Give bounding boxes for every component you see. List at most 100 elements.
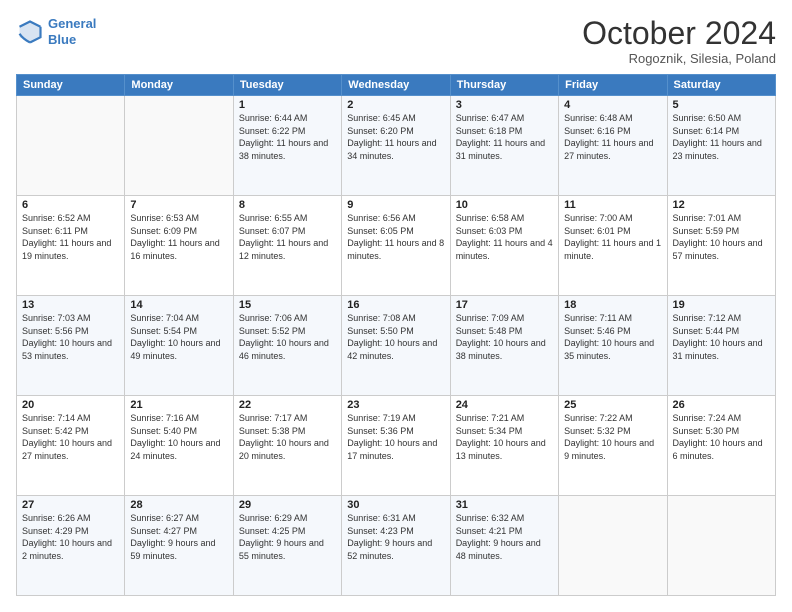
calendar-cell: 29Sunrise: 6:29 AM Sunset: 4:25 PM Dayli… [233, 496, 341, 596]
day-number: 28 [130, 499, 227, 511]
day-info: Sunrise: 7:04 AM Sunset: 5:54 PM Dayligh… [130, 312, 227, 362]
day-info: Sunrise: 7:08 AM Sunset: 5:50 PM Dayligh… [347, 312, 444, 362]
calendar-cell: 6Sunrise: 6:52 AM Sunset: 6:11 PM Daylig… [17, 196, 125, 296]
day-info: Sunrise: 6:45 AM Sunset: 6:20 PM Dayligh… [347, 112, 444, 162]
day-header-saturday: Saturday [667, 75, 775, 96]
day-info: Sunrise: 6:56 AM Sunset: 6:05 PM Dayligh… [347, 212, 444, 262]
day-number: 25 [564, 399, 661, 411]
day-number: 18 [564, 299, 661, 311]
day-info: Sunrise: 7:24 AM Sunset: 5:30 PM Dayligh… [673, 412, 770, 462]
day-number: 10 [456, 199, 553, 211]
calendar-cell: 13Sunrise: 7:03 AM Sunset: 5:56 PM Dayli… [17, 296, 125, 396]
logo-icon [16, 18, 44, 46]
day-info: Sunrise: 6:47 AM Sunset: 6:18 PM Dayligh… [456, 112, 553, 162]
calendar-cell: 8Sunrise: 6:55 AM Sunset: 6:07 PM Daylig… [233, 196, 341, 296]
calendar-cell: 22Sunrise: 7:17 AM Sunset: 5:38 PM Dayli… [233, 396, 341, 496]
day-header-monday: Monday [125, 75, 233, 96]
day-number: 22 [239, 399, 336, 411]
calendar-cell: 2Sunrise: 6:45 AM Sunset: 6:20 PM Daylig… [342, 96, 450, 196]
calendar-cell: 10Sunrise: 6:58 AM Sunset: 6:03 PM Dayli… [450, 196, 558, 296]
day-info: Sunrise: 6:50 AM Sunset: 6:14 PM Dayligh… [673, 112, 770, 162]
day-number: 31 [456, 499, 553, 511]
day-number: 5 [673, 99, 770, 111]
header: General Blue October 2024 Rogoznik, Sile… [16, 16, 776, 66]
calendar-cell: 26Sunrise: 7:24 AM Sunset: 5:30 PM Dayli… [667, 396, 775, 496]
day-number: 29 [239, 499, 336, 511]
day-info: Sunrise: 6:27 AM Sunset: 4:27 PM Dayligh… [130, 512, 227, 562]
day-number: 12 [673, 199, 770, 211]
calendar-cell: 17Sunrise: 7:09 AM Sunset: 5:48 PM Dayli… [450, 296, 558, 396]
location: Rogoznik, Silesia, Poland [582, 51, 776, 66]
day-info: Sunrise: 7:03 AM Sunset: 5:56 PM Dayligh… [22, 312, 119, 362]
day-number: 8 [239, 199, 336, 211]
day-info: Sunrise: 7:01 AM Sunset: 5:59 PM Dayligh… [673, 212, 770, 262]
calendar-cell: 9Sunrise: 6:56 AM Sunset: 6:05 PM Daylig… [342, 196, 450, 296]
day-info: Sunrise: 6:44 AM Sunset: 6:22 PM Dayligh… [239, 112, 336, 162]
day-number: 6 [22, 199, 119, 211]
day-header-tuesday: Tuesday [233, 75, 341, 96]
day-info: Sunrise: 7:06 AM Sunset: 5:52 PM Dayligh… [239, 312, 336, 362]
day-info: Sunrise: 6:31 AM Sunset: 4:23 PM Dayligh… [347, 512, 444, 562]
day-number: 26 [673, 399, 770, 411]
month-title: October 2024 [582, 16, 776, 51]
day-info: Sunrise: 6:52 AM Sunset: 6:11 PM Dayligh… [22, 212, 119, 262]
calendar-week-1: 1Sunrise: 6:44 AM Sunset: 6:22 PM Daylig… [17, 96, 776, 196]
calendar-cell: 27Sunrise: 6:26 AM Sunset: 4:29 PM Dayli… [17, 496, 125, 596]
day-number: 9 [347, 199, 444, 211]
day-info: Sunrise: 6:29 AM Sunset: 4:25 PM Dayligh… [239, 512, 336, 562]
calendar-cell [559, 496, 667, 596]
day-number: 30 [347, 499, 444, 511]
day-number: 27 [22, 499, 119, 511]
day-number: 15 [239, 299, 336, 311]
calendar-cell: 28Sunrise: 6:27 AM Sunset: 4:27 PM Dayli… [125, 496, 233, 596]
calendar-cell: 21Sunrise: 7:16 AM Sunset: 5:40 PM Dayli… [125, 396, 233, 496]
calendar-cell: 4Sunrise: 6:48 AM Sunset: 6:16 PM Daylig… [559, 96, 667, 196]
calendar-cell: 24Sunrise: 7:21 AM Sunset: 5:34 PM Dayli… [450, 396, 558, 496]
calendar-cell: 5Sunrise: 6:50 AM Sunset: 6:14 PM Daylig… [667, 96, 775, 196]
day-info: Sunrise: 6:48 AM Sunset: 6:16 PM Dayligh… [564, 112, 661, 162]
day-header-sunday: Sunday [17, 75, 125, 96]
day-info: Sunrise: 7:09 AM Sunset: 5:48 PM Dayligh… [456, 312, 553, 362]
logo: General Blue [16, 16, 96, 47]
calendar-cell: 7Sunrise: 6:53 AM Sunset: 6:09 PM Daylig… [125, 196, 233, 296]
day-number: 3 [456, 99, 553, 111]
calendar-cell: 1Sunrise: 6:44 AM Sunset: 6:22 PM Daylig… [233, 96, 341, 196]
day-number: 16 [347, 299, 444, 311]
calendar-cell [17, 96, 125, 196]
calendar-cell: 3Sunrise: 6:47 AM Sunset: 6:18 PM Daylig… [450, 96, 558, 196]
calendar-cell [667, 496, 775, 596]
day-info: Sunrise: 6:32 AM Sunset: 4:21 PM Dayligh… [456, 512, 553, 562]
day-number: 20 [22, 399, 119, 411]
day-info: Sunrise: 7:12 AM Sunset: 5:44 PM Dayligh… [673, 312, 770, 362]
calendar-cell: 18Sunrise: 7:11 AM Sunset: 5:46 PM Dayli… [559, 296, 667, 396]
day-header-thursday: Thursday [450, 75, 558, 96]
day-number: 2 [347, 99, 444, 111]
calendar-week-2: 6Sunrise: 6:52 AM Sunset: 6:11 PM Daylig… [17, 196, 776, 296]
day-number: 23 [347, 399, 444, 411]
calendar-cell: 23Sunrise: 7:19 AM Sunset: 5:36 PM Dayli… [342, 396, 450, 496]
calendar-cell: 25Sunrise: 7:22 AM Sunset: 5:32 PM Dayli… [559, 396, 667, 496]
day-header-wednesday: Wednesday [342, 75, 450, 96]
day-info: Sunrise: 7:21 AM Sunset: 5:34 PM Dayligh… [456, 412, 553, 462]
calendar-table: SundayMondayTuesdayWednesdayThursdayFrid… [16, 74, 776, 596]
calendar-cell: 12Sunrise: 7:01 AM Sunset: 5:59 PM Dayli… [667, 196, 775, 296]
day-number: 1 [239, 99, 336, 111]
day-number: 4 [564, 99, 661, 111]
calendar-header-row: SundayMondayTuesdayWednesdayThursdayFrid… [17, 75, 776, 96]
day-info: Sunrise: 7:00 AM Sunset: 6:01 PM Dayligh… [564, 212, 661, 262]
day-info: Sunrise: 7:17 AM Sunset: 5:38 PM Dayligh… [239, 412, 336, 462]
day-number: 17 [456, 299, 553, 311]
day-info: Sunrise: 7:11 AM Sunset: 5:46 PM Dayligh… [564, 312, 661, 362]
logo-blue: Blue [48, 32, 76, 47]
calendar-cell: 19Sunrise: 7:12 AM Sunset: 5:44 PM Dayli… [667, 296, 775, 396]
day-number: 14 [130, 299, 227, 311]
calendar-week-5: 27Sunrise: 6:26 AM Sunset: 4:29 PM Dayli… [17, 496, 776, 596]
day-number: 19 [673, 299, 770, 311]
day-number: 21 [130, 399, 227, 411]
calendar-cell: 11Sunrise: 7:00 AM Sunset: 6:01 PM Dayli… [559, 196, 667, 296]
day-number: 24 [456, 399, 553, 411]
calendar-cell: 30Sunrise: 6:31 AM Sunset: 4:23 PM Dayli… [342, 496, 450, 596]
calendar-cell: 31Sunrise: 6:32 AM Sunset: 4:21 PM Dayli… [450, 496, 558, 596]
day-info: Sunrise: 7:22 AM Sunset: 5:32 PM Dayligh… [564, 412, 661, 462]
day-number: 13 [22, 299, 119, 311]
